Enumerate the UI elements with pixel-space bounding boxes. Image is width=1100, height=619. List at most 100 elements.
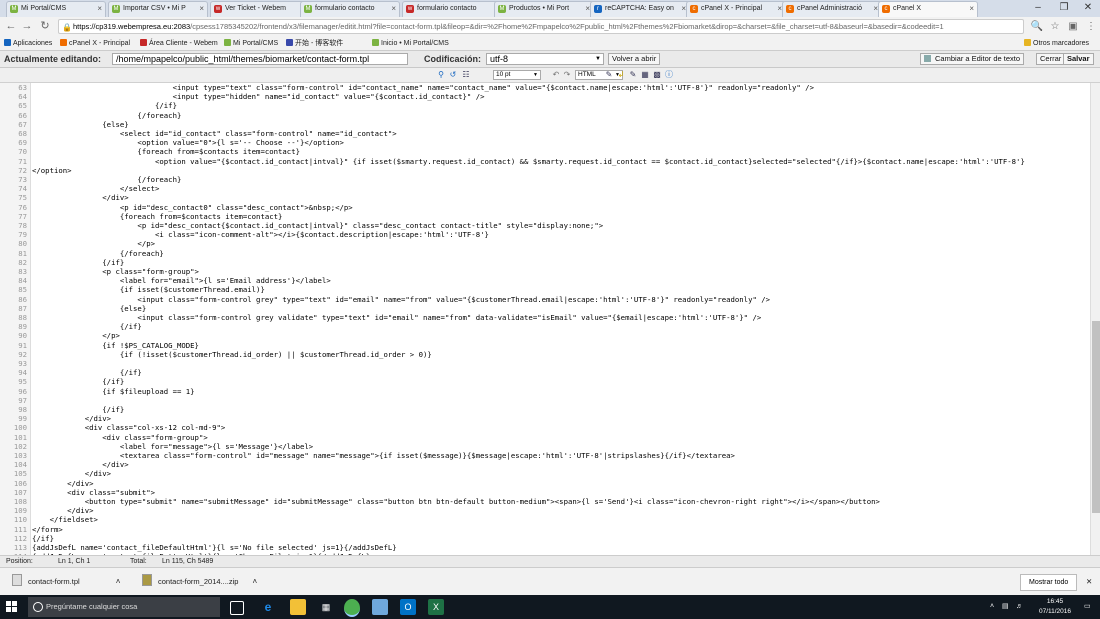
close-icon[interactable]: ✕ <box>1086 574 1092 590</box>
url-input[interactable]: 🔒 https://cp319.webempresa.eu:2083/cpses… <box>58 19 1024 34</box>
file-path-field[interactable]: /home/mpapelco/public_html/themes/biomar… <box>112 53 408 65</box>
bookmark-item[interactable]: 开始 - 博客软件 <box>286 37 343 50</box>
go-to-line-icon[interactable]: ↺ <box>448 70 458 80</box>
code-editor[interactable]: 63 <input type="text" class="form-contro… <box>0 83 1090 555</box>
volume-icon[interactable]: ♬ <box>1016 595 1023 619</box>
minimize-icon[interactable]: – <box>1026 0 1050 17</box>
notifications-icon[interactable]: ▭ <box>1084 595 1091 619</box>
fullscreen-icon[interactable]: ▦ <box>640 70 650 80</box>
back-icon[interactable]: ← <box>4 19 18 33</box>
outlook-icon[interactable]: O <box>400 599 416 615</box>
line-text: </p> <box>32 239 156 249</box>
line-text: {if isset($customerThread.email)} <box>32 285 265 295</box>
download-filename: contact-form_2014....zip <box>158 577 239 586</box>
code-line: 98 {/if} <box>0 405 1090 414</box>
bookmark-favicon-icon <box>60 39 67 46</box>
reopen-button[interactable]: Volver a abrir <box>608 53 661 65</box>
notepad-icon[interactable] <box>372 599 388 615</box>
code-icon[interactable]: ☷ <box>461 70 471 80</box>
network-icon[interactable]: ▤ <box>1002 595 1009 619</box>
download-item[interactable]: contact-form.tpl ˄ <box>12 574 120 590</box>
bookmark-item[interactable]: Inicio • Mi Portal/CMS <box>372 37 449 50</box>
bookmark-item[interactable]: Área Cliente - Webem <box>140 37 218 50</box>
code-line: 105 </div> <box>0 469 1090 478</box>
code-line: 68 <select id="id_contact" class="form-c… <box>0 129 1090 138</box>
other-bookmarks-folder[interactable]: Otros marcadores <box>1024 37 1089 50</box>
line-number: 113 <box>13 543 27 552</box>
forward-icon[interactable]: → <box>20 19 34 33</box>
wrap-icon[interactable]: ↲ <box>616 70 626 80</box>
close-tab-icon[interactable]: × <box>199 2 204 16</box>
show-all-downloads-button[interactable]: Mostrar todo <box>1020 574 1078 591</box>
search-icon[interactable]: ⚲ <box>436 70 446 80</box>
taskbar-clock[interactable]: 16:45 07/11/2016 <box>1035 597 1075 617</box>
taskbar-search-input[interactable]: Pregúntame cualquier cosa <box>28 597 220 617</box>
code-line: 99 </div> <box>0 414 1090 423</box>
browser-tab[interactable]: r reCAPTCHA: Easy on × <box>590 1 690 17</box>
tray-expand-icon[interactable]: ˄ <box>990 595 994 619</box>
file-path-value: /home/mpapelco/public_html/themes/biomar… <box>116 54 370 64</box>
browser-tab[interactable]: Mformulario contacto × <box>300 1 400 17</box>
scrollbar-thumb[interactable] <box>1092 321 1100 513</box>
close-tab-icon[interactable]: × <box>391 2 396 16</box>
browser-tab[interactable]: c cPanel Administració × <box>782 1 882 17</box>
bookmark-item[interactable]: cPanel X - Principal <box>60 37 130 50</box>
file-explorer-icon[interactable] <box>290 599 306 615</box>
line-number: 71 <box>18 156 27 166</box>
close-window-icon[interactable]: ✕ <box>1076 0 1100 17</box>
windows-start-icon[interactable] <box>6 601 18 613</box>
close-tab-icon[interactable]: × <box>969 2 974 16</box>
windows-taskbar: Pregúntame cualquier cosa e ▦ O X ˄ ▤ ♬ … <box>0 595 1100 619</box>
download-item[interactable]: contact-form_2014....zip ˄ <box>142 574 257 590</box>
line-number: 64 <box>18 92 27 102</box>
code-line: 72 </option> <box>0 166 1090 175</box>
line-text: <p class="form-group"> <box>32 267 199 276</box>
menu-icon[interactable]: ⋮ <box>1084 20 1098 34</box>
font-size-select[interactable]: 10 pt ▼ <box>493 70 541 80</box>
browser-tab[interactable]: wVer Ticket - Webem× <box>210 1 310 17</box>
reload-icon[interactable]: ↻ <box>38 19 52 33</box>
bookmark-item[interactable]: Aplicaciones <box>4 37 52 50</box>
zoom-icon[interactable]: 🔍 <box>1030 20 1044 34</box>
chevron-up-icon[interactable]: ˄ <box>252 577 257 586</box>
vertical-scrollbar[interactable] <box>1090 83 1100 555</box>
browser-tab[interactable]: M Productos • Mi Port × <box>494 1 594 17</box>
close-tab-icon[interactable]: × <box>97 2 102 16</box>
chevron-up-icon[interactable]: ˄ <box>116 577 121 586</box>
bookmark-favicon-icon <box>140 39 147 46</box>
line-text: {/if} <box>32 368 142 378</box>
line-text: <textarea class="form-control" id="messa… <box>32 451 735 460</box>
redo-icon[interactable]: ↷ <box>562 70 572 80</box>
code-line: 79 <i class="icon-comment-alt"></i>{$con… <box>0 230 1090 239</box>
reset-highlight-icon[interactable]: ✎ <box>628 70 638 80</box>
encoding-select[interactable]: utf-8 ▼ <box>486 53 604 65</box>
code-line: 93 <box>0 359 1090 368</box>
screenshot-icon[interactable]: ▣ <box>1066 20 1080 34</box>
maximize-icon[interactable]: ❐ <box>1052 0 1076 17</box>
switch-editor-button[interactable]: Cambiar a Editor de texto <box>920 53 1025 65</box>
undo-icon[interactable]: ↶ <box>551 70 561 80</box>
browser-tab[interactable]: M Importar CSV • Mi P × <box>108 1 208 17</box>
edge-icon[interactable]: e <box>260 599 276 615</box>
task-view-icon[interactable] <box>230 601 244 615</box>
browser-tab[interactable]: wformulario contacto× <box>402 1 502 17</box>
code-line: 92 {if (!isset($customerThread.id_order)… <box>0 350 1090 359</box>
browser-tab[interactable]: M Mi Portal/CMS × <box>6 1 106 17</box>
line-number: 108 <box>13 497 27 506</box>
help-icon[interactable]: ⓘ <box>664 70 674 80</box>
excel-icon[interactable]: X <box>428 599 444 615</box>
url-path: /cpsess1785345202/frontend/x3/filemanage… <box>190 22 944 31</box>
chrome-icon[interactable] <box>344 599 360 617</box>
save-button[interactable]: Salvar <box>1063 53 1094 65</box>
bookmark-star-icon[interactable]: ☆ <box>1048 20 1062 34</box>
editor-icon <box>924 55 931 62</box>
browser-tab[interactable]: c cPanel X - Principal × <box>686 1 786 17</box>
tab-label: formulario contacto <box>315 5 375 12</box>
toggle-editor-icon[interactable]: ▩ <box>652 70 662 80</box>
store-icon[interactable]: ▦ <box>318 599 334 615</box>
bookmark-item[interactable]: Mi Portal/CMS <box>224 37 278 50</box>
tab-label: cPanel Administració <box>797 5 862 12</box>
close-button[interactable]: Cerrar <box>1036 53 1066 65</box>
browser-tab[interactable]: c cPanel X × <box>878 1 978 17</box>
highlight-icon[interactable]: ✎ <box>604 70 614 80</box>
